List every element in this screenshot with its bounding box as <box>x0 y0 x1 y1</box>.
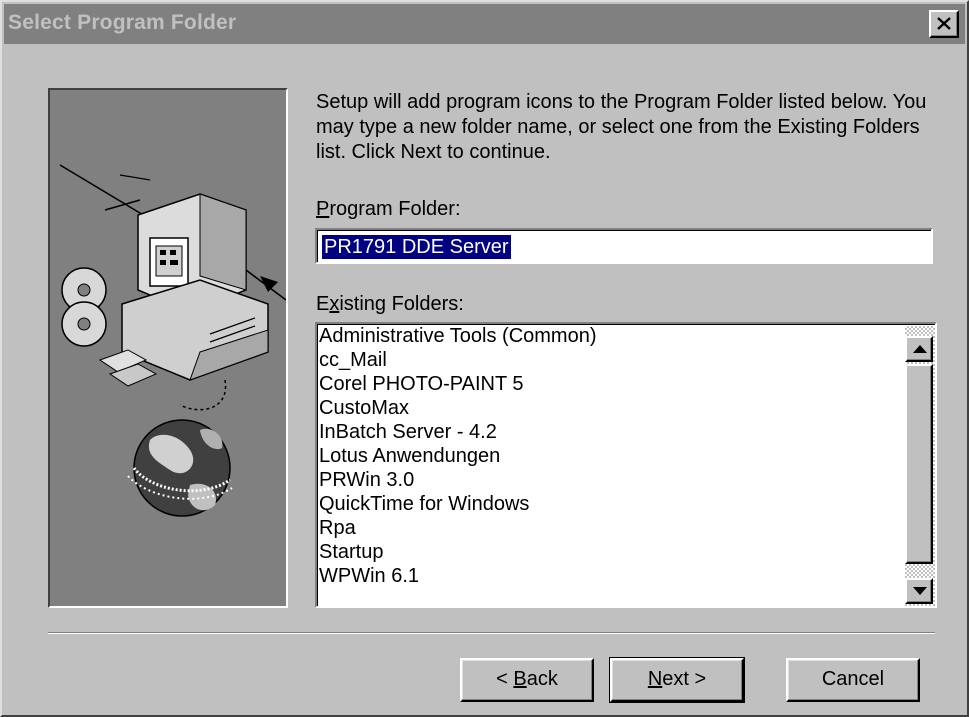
folder-list-item[interactable]: cc_Mail <box>317 348 905 372</box>
computer-setup-illustration <box>59 164 287 517</box>
cancel-button[interactable]: Cancel <box>786 658 920 702</box>
instructions-text: Setup will add program icons to the Prog… <box>316 91 927 163</box>
program-folder-value: PR1791 DDE Server <box>322 235 511 259</box>
scroll-up-button[interactable] <box>905 336 933 362</box>
scroll-up-arrow-icon <box>913 345 927 353</box>
folder-list-item[interactable]: Administrative Tools (Common) <box>317 324 905 348</box>
close-button[interactable] <box>929 10 959 38</box>
folder-list-item[interactable]: QuickTime for Windows <box>317 492 905 516</box>
scroll-down-button[interactable] <box>905 578 933 604</box>
scroll-down-arrow-icon <box>913 587 927 595</box>
folder-list-item[interactable]: PRWin 3.0 <box>317 468 905 492</box>
folder-list-item[interactable]: WPWin 6.1 <box>317 564 905 588</box>
back-button[interactable]: < Back <box>460 658 594 702</box>
folder-list-item[interactable]: Lotus Anwendungen <box>317 444 905 468</box>
select-program-folder-dialog: Select Program Folder Setup will add pro… <box>0 0 969 717</box>
program-folder-input[interactable]: PR1791 DDE Server <box>315 228 933 264</box>
folder-list-item[interactable]: Corel PHOTO-PAINT 5 <box>317 372 905 396</box>
folder-list-item[interactable]: InBatch Server - 4.2 <box>317 420 905 444</box>
scroll-thumb[interactable] <box>905 364 933 564</box>
setup-illustration-panel <box>48 88 288 608</box>
title-bar[interactable]: Select Program Folder <box>4 4 965 44</box>
existing-folders-list[interactable]: Administrative Tools (Common) cc_Mail Core… <box>315 322 937 608</box>
folder-list-item[interactable]: CustoMax <box>317 396 905 420</box>
existing-folders-label: Existing Folders: <box>316 293 464 315</box>
folder-list-item[interactable]: Startup <box>317 540 905 564</box>
separator <box>48 632 935 634</box>
window-title: Select Program Folder <box>8 11 237 34</box>
existing-folders-items: Administrative Tools (Common) cc_Mail Core… <box>317 324 905 606</box>
close-icon <box>937 17 951 30</box>
program-folder-label: Program Folder: <box>316 198 461 220</box>
vertical-scrollbar[interactable] <box>905 326 935 606</box>
next-button[interactable]: Next > <box>609 657 745 703</box>
folder-list-item[interactable]: Rpa <box>317 516 905 540</box>
